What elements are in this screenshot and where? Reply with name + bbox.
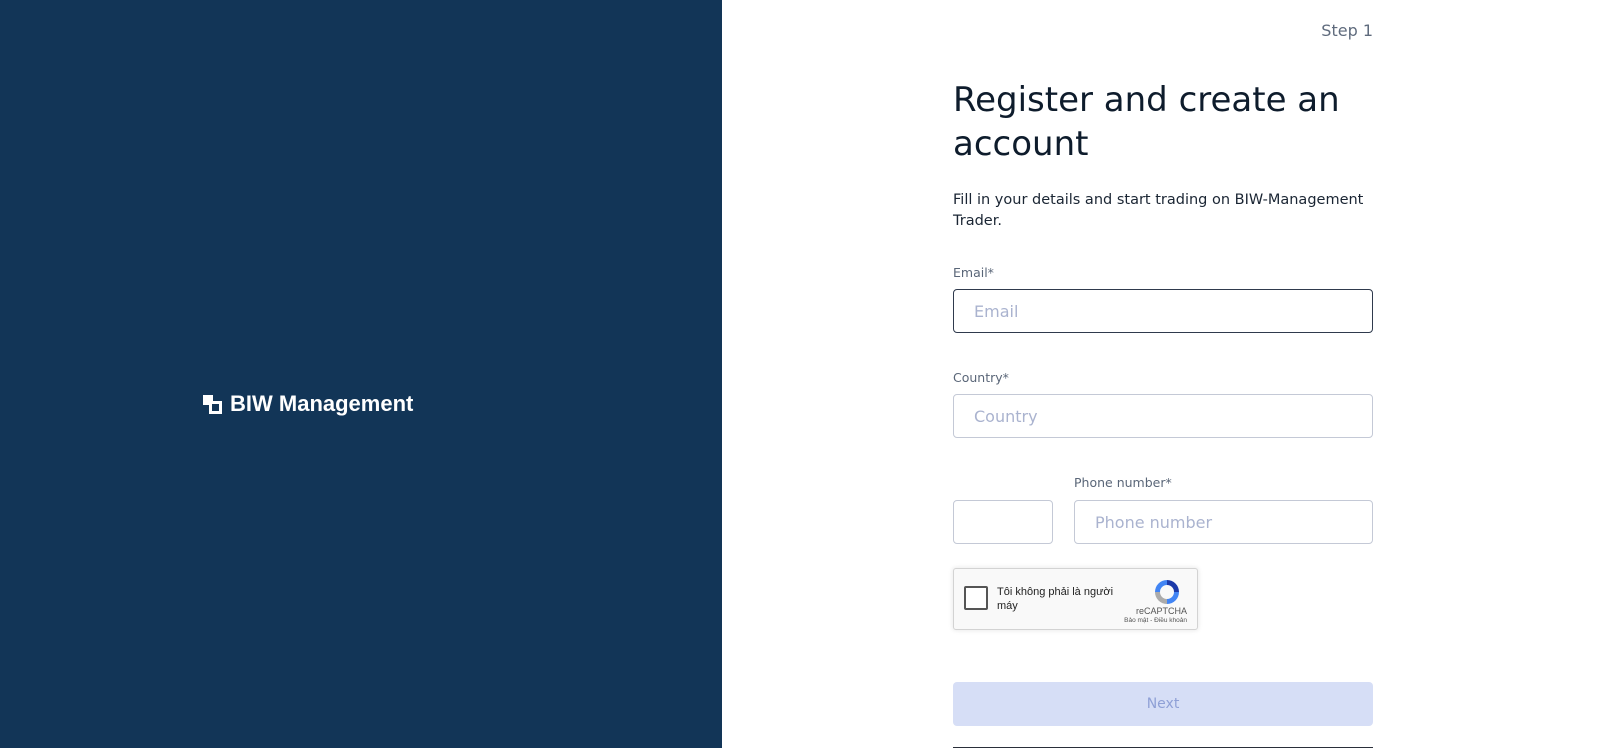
registration-form: Register and create an account Fill in y… xyxy=(953,78,1373,748)
recaptcha-brand: reCAPTCHA xyxy=(1135,606,1187,616)
country-field-group: Country* xyxy=(953,370,1373,438)
email-field-group: Email* xyxy=(953,265,1373,333)
brand-panel: BIW Management xyxy=(0,0,722,748)
phone-country-code-select[interactable] xyxy=(953,500,1053,544)
page-title: Register and create an account xyxy=(953,80,1340,164)
phone-field-group: Phone number* xyxy=(953,475,1373,545)
recaptcha-checkbox[interactable] xyxy=(964,586,988,610)
country-input[interactable] xyxy=(953,394,1373,438)
phone-label: Phone number* xyxy=(1074,475,1172,490)
page-subtitle: Fill in your details and start trading o… xyxy=(953,192,1364,229)
register-page: BIW Management Step 1 Register and creat… xyxy=(0,0,1600,748)
form-panel: Step 1 Register and create an account Fi… xyxy=(722,0,1600,748)
brand-name: BIW Management xyxy=(230,391,414,416)
recaptcha-label: Tôi không phải là người máy xyxy=(997,586,1114,612)
recaptcha-terms-link[interactable]: Bảo mật - Điều khoản xyxy=(1124,617,1187,624)
email-label: Email* xyxy=(953,265,994,280)
brand-mark-icon xyxy=(203,394,222,414)
recaptcha-widget: Tôi không phải là người máy reCAPTCHA Bả… xyxy=(953,568,1198,630)
brand-logo: BIW Management xyxy=(203,391,413,417)
recaptcha-icon xyxy=(1155,580,1179,604)
step-indicator: Step 1 xyxy=(1321,21,1373,40)
next-button[interactable]: Next xyxy=(953,682,1373,726)
country-label: Country* xyxy=(953,370,1009,385)
phone-input[interactable] xyxy=(1074,500,1373,544)
email-input[interactable] xyxy=(953,289,1373,333)
